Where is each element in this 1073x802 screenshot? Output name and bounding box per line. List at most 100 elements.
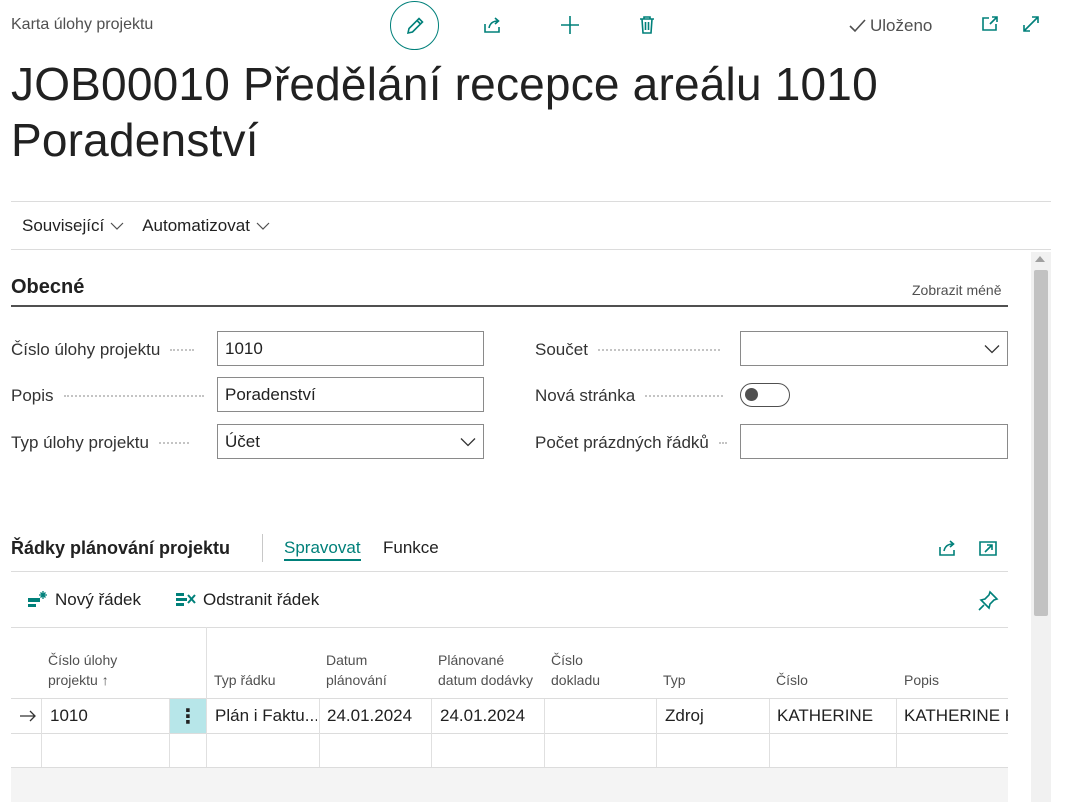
open-in-new-window-icon bbox=[982, 16, 998, 31]
cell-line-type[interactable]: Plán i Faktu... bbox=[215, 699, 317, 733]
new-page-toggle[interactable] bbox=[740, 383, 790, 407]
column-divider bbox=[431, 699, 432, 767]
grid-row-line bbox=[11, 733, 1008, 734]
chevron-down-icon bbox=[460, 437, 476, 446]
planning-lines-grid: Číslo úlohy projektu ↑ Typ řádku Datum p… bbox=[11, 627, 1008, 802]
pin-icon bbox=[978, 590, 999, 611]
open-new-window-button[interactable] bbox=[977, 11, 1003, 37]
task-no-value: 1010 bbox=[225, 338, 263, 358]
description-label-text: Popis bbox=[11, 386, 54, 405]
new-page-label-text: Nová stránka bbox=[535, 386, 636, 405]
totaling-label-text: Součet bbox=[535, 340, 588, 359]
automate-menu-label: Automatizovat bbox=[142, 216, 250, 235]
trash-icon bbox=[640, 16, 654, 34]
column-divider bbox=[769, 699, 770, 767]
open-in-new-window-icon bbox=[979, 541, 997, 556]
blank-lines-label: Počet prázdných řádků bbox=[535, 433, 727, 453]
task-no-label: Číslo úlohy projektu bbox=[11, 340, 195, 360]
divider bbox=[11, 249, 1051, 250]
related-menu[interactable]: Související bbox=[22, 216, 124, 236]
column-header-document-no[interactable]: Číslo dokladu bbox=[551, 627, 631, 698]
column-divider bbox=[656, 699, 657, 767]
page-title-line-2: Poradenství bbox=[11, 114, 259, 166]
pin-button[interactable] bbox=[975, 588, 1001, 614]
delete-line-label: Odstranit řádek bbox=[203, 590, 320, 609]
expand-button[interactable] bbox=[1018, 11, 1044, 37]
edit-button[interactable] bbox=[390, 1, 439, 50]
description-label: Popis bbox=[11, 386, 204, 406]
planning-lines-title[interactable]: Řádky plánování projektu bbox=[11, 538, 230, 559]
blank-lines-field[interactable] bbox=[740, 424, 1008, 459]
column-header-description[interactable]: Popis bbox=[904, 627, 1004, 698]
row-actions-button[interactable]: ⋮ bbox=[170, 699, 206, 733]
tab-manage[interactable]: Spravovat bbox=[284, 538, 361, 561]
column-divider bbox=[41, 699, 42, 767]
column-divider bbox=[206, 627, 207, 767]
share-button[interactable] bbox=[478, 11, 506, 39]
chevron-down-icon bbox=[256, 222, 270, 230]
cell-planned-delivery-date[interactable]: 24.01.2024 bbox=[440, 699, 542, 733]
breadcrumb: Karta úlohy projektu bbox=[11, 16, 154, 33]
column-divider bbox=[544, 699, 545, 767]
cell-planning-date[interactable]: 24.01.2024 bbox=[327, 699, 429, 733]
pencil-icon bbox=[406, 16, 424, 34]
cell-no[interactable]: KATHERINE bbox=[777, 699, 894, 733]
column-divider bbox=[896, 699, 897, 767]
action-bar: Související Automatizovat bbox=[22, 216, 270, 236]
toggle-knob bbox=[745, 388, 758, 401]
expand-icon bbox=[1023, 16, 1039, 32]
chevron-down-icon bbox=[110, 222, 124, 230]
scroll-up-arrow-icon[interactable] bbox=[1035, 256, 1045, 262]
leader-dots bbox=[158, 442, 189, 444]
related-menu-label: Související bbox=[22, 216, 105, 235]
task-no-field[interactable]: 1010 bbox=[217, 331, 484, 366]
divider bbox=[11, 571, 1008, 572]
column-header-line-type[interactable]: Typ řádku bbox=[214, 627, 314, 698]
top-bar: Karta úlohy projektu Uloženo bbox=[0, 0, 1073, 52]
column-header-planning-date[interactable]: Datum plánování bbox=[326, 627, 426, 698]
chevron-down-icon bbox=[984, 344, 1000, 353]
totaling-label: Součet bbox=[535, 340, 720, 360]
description-field[interactable]: Poradenství bbox=[217, 377, 484, 412]
column-header-type[interactable]: Typ bbox=[663, 627, 763, 698]
column-header-no[interactable]: Číslo bbox=[776, 627, 876, 698]
delete-line-icon bbox=[176, 593, 196, 606]
new-line-label: Nový řádek bbox=[55, 590, 141, 609]
plus-icon bbox=[561, 16, 579, 34]
page-title: JOB00010 Předělání recepce areálu 1010 P… bbox=[11, 56, 1011, 168]
lines-open-window-button[interactable] bbox=[975, 536, 1001, 560]
blank-lines-label-text: Počet prázdných řádků bbox=[535, 433, 709, 452]
column-header-task-no[interactable]: Číslo úlohy projektu ↑ bbox=[48, 627, 168, 698]
leader-dots bbox=[645, 395, 724, 397]
leader-dots bbox=[63, 395, 204, 397]
scroll-thumb[interactable] bbox=[1034, 270, 1048, 616]
automate-menu[interactable]: Automatizovat bbox=[142, 216, 270, 236]
new-page-label: Nová stránka bbox=[535, 386, 724, 406]
new-line-button[interactable]: Nový řádek bbox=[27, 590, 141, 610]
leader-dots bbox=[597, 349, 720, 351]
cell-task-no[interactable]: 1010 bbox=[50, 699, 165, 733]
saved-status: Uloženo bbox=[848, 16, 932, 36]
delete-line-button[interactable]: Odstranit řádek bbox=[175, 590, 319, 610]
delete-button[interactable] bbox=[633, 11, 661, 39]
share-icon bbox=[484, 17, 500, 33]
cell-document-no[interactable] bbox=[552, 699, 654, 733]
row-indicator-arrow-icon bbox=[17, 699, 39, 733]
new-line-icon bbox=[28, 591, 47, 607]
cell-type[interactable]: Zdroj bbox=[665, 699, 767, 733]
totaling-select[interactable] bbox=[740, 331, 1008, 366]
cell-description[interactable]: KATHERINE H bbox=[904, 699, 1008, 733]
task-type-select[interactable]: Účet bbox=[217, 424, 484, 459]
task-no-label-text: Číslo úlohy projektu bbox=[11, 340, 161, 359]
lines-share-button[interactable] bbox=[934, 536, 960, 560]
show-less-link[interactable]: Zobrazit méně bbox=[912, 282, 1001, 298]
tab-functions[interactable]: Funkce bbox=[383, 538, 439, 558]
vertical-scrollbar[interactable] bbox=[1031, 252, 1051, 802]
task-type-value: Účet bbox=[225, 431, 260, 451]
new-button[interactable] bbox=[556, 11, 584, 39]
checkmark-icon bbox=[849, 19, 866, 33]
section-title-general[interactable]: Obecné bbox=[11, 276, 84, 299]
column-header-planned-delivery-date[interactable]: Plánované datum dodávky bbox=[438, 627, 538, 698]
separator bbox=[262, 534, 263, 562]
task-type-label-text: Typ úlohy projektu bbox=[11, 433, 149, 452]
